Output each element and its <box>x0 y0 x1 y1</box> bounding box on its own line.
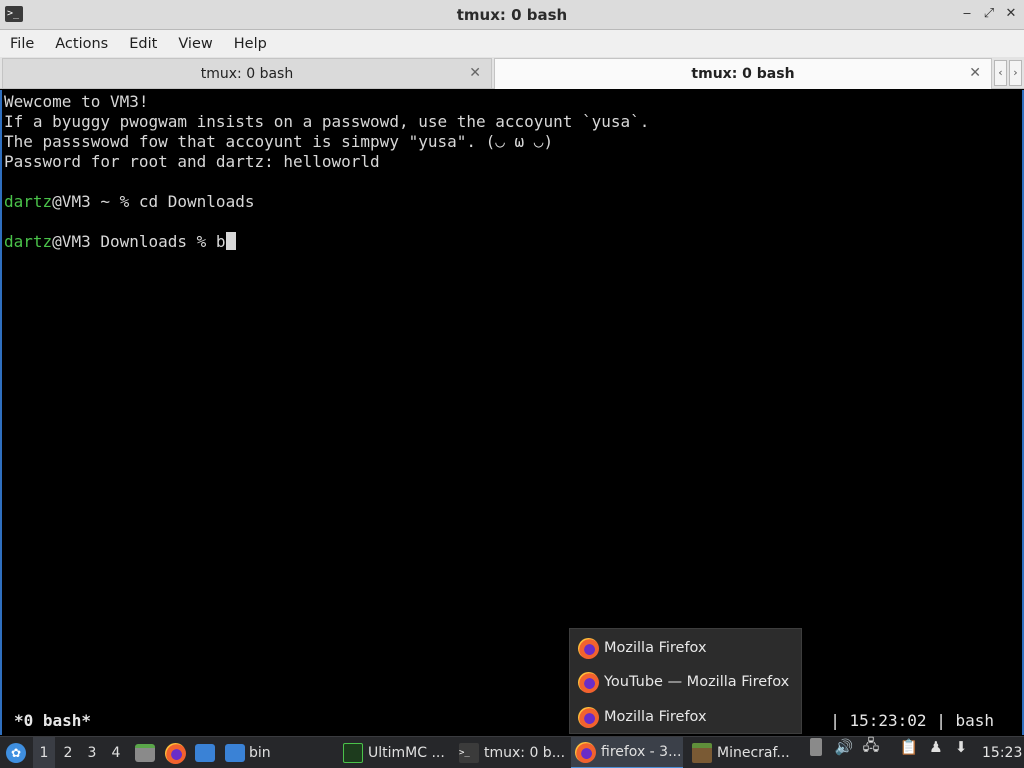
popup-item-label: YouTube — Mozilla Firefox <box>604 674 790 690</box>
prompt-command: @VM3 ~ % cd Downloads <box>52 192 255 211</box>
tab-label: tmux: 0 bash <box>691 66 795 82</box>
terminal-output: Wewcome to VM3! If a byuggy pwogwam insi… <box>4 92 649 252</box>
task-firefox[interactable]: firefox - 3... <box>571 737 683 768</box>
firefox-launcher[interactable] <box>163 737 187 768</box>
motd-line: If a byuggy pwogwam insists on a passwow… <box>4 112 650 131</box>
prompt-user: dartz <box>4 192 53 211</box>
popup-item[interactable]: Mozilla Firefox <box>578 633 707 663</box>
text-cursor <box>225 232 236 250</box>
tmux-status-bar: *0 bash* | 15:23:02 | bash <box>4 710 1022 732</box>
firefox-icon <box>575 741 596 763</box>
tray-handle-icon <box>810 738 822 756</box>
desktop-1-button[interactable]: 1 <box>33 737 55 768</box>
motd-line: The passswowd fow that accoyunt is simpw… <box>4 132 554 151</box>
start-menu-button[interactable]: ✿ <box>4 737 28 768</box>
terminal-icon: >_ <box>459 743 479 763</box>
bin-folder-launcher[interactable]: bin <box>225 737 275 768</box>
file-manager-launcher[interactable] <box>134 737 156 768</box>
firefox-icon <box>164 742 186 764</box>
minecraft-icon <box>692 743 712 763</box>
launcher-label: bin <box>249 745 271 761</box>
menu-actions[interactable]: Actions <box>55 36 118 52</box>
show-desktop-launcher[interactable] <box>193 737 217 768</box>
desktop-4-button[interactable]: 4 <box>105 737 127 768</box>
task-label: firefox - 3... <box>601 744 682 760</box>
tab-bar: tmux: 0 bash ✕ tmux: 0 bash ✕ <box>0 57 1024 89</box>
file-manager-icon <box>135 744 155 762</box>
ultimmc-icon <box>343 743 363 763</box>
window-title: tmux: 0 bash <box>456 6 568 24</box>
popup-item-label: Mozilla Firefox <box>604 709 707 725</box>
task-ultimmc[interactable]: UltimMC ... <box>339 737 451 768</box>
prompt-command: @VM3 Downloads % b <box>52 232 226 251</box>
tab-scroll-right-icon[interactable]: › <box>1009 60 1022 86</box>
clock[interactable]: 15:23 <box>982 737 1022 768</box>
task-label: Minecraf... <box>717 745 790 761</box>
user-icon[interactable]: ♟ <box>926 737 946 757</box>
motd-line: Wewcome to VM3! <box>4 92 149 111</box>
prompt-user: dartz <box>4 232 53 251</box>
task-minecraft[interactable]: Minecraf... <box>688 737 800 768</box>
tray-scroll-icon[interactable] <box>806 737 826 757</box>
motd-line: Password for root and dartz: helloworld <box>4 152 380 171</box>
network-icon[interactable]: 🖧 <box>861 736 881 757</box>
window-list-popup: Mozilla Firefox YouTube — Mozilla Firefo… <box>569 628 802 734</box>
close-tab-icon[interactable]: ✕ <box>469 65 481 81</box>
folder-icon <box>225 744 245 762</box>
task-tmux[interactable]: >_ tmux: 0 b... <box>455 737 567 768</box>
menu-help[interactable]: Help <box>234 36 277 52</box>
tab-scroll-left-icon[interactable]: ‹ <box>994 60 1007 86</box>
update-notifier-icon[interactable]: ⬇ <box>951 737 971 757</box>
firefox-icon <box>578 671 599 693</box>
menu-edit[interactable]: Edit <box>129 36 167 52</box>
clipboard-icon[interactable]: 📋 <box>899 737 919 757</box>
taskbar: ✿ 1 2 3 4 bin UltimMC ... >_ tmux: 0 b..… <box>0 736 1024 768</box>
close-icon[interactable]: ✕ <box>1004 6 1018 22</box>
lxqt-menu-icon: ✿ <box>6 743 26 763</box>
volume-icon[interactable]: 🔊 <box>834 737 854 757</box>
window-controls: ‒ ⤢ ✕ <box>960 6 1018 22</box>
desktop-2-button[interactable]: 2 <box>57 737 79 768</box>
tmux-status-right: | 15:23:02 | bash <box>830 711 994 730</box>
menubar: File Actions Edit View Help <box>0 30 1024 57</box>
minimize-icon[interactable]: ‒ <box>960 6 974 22</box>
menu-file[interactable]: File <box>10 36 44 52</box>
tab-label: tmux: 0 bash <box>200 65 294 82</box>
window-titlebar[interactable]: >_ tmux: 0 bash ‒ ⤢ ✕ <box>0 0 1024 30</box>
maximize-icon[interactable]: ⤢ <box>982 6 996 22</box>
task-label: UltimMC ... <box>368 745 445 761</box>
desktop-3-button[interactable]: 3 <box>81 737 103 768</box>
task-label: tmux: 0 b... <box>484 745 566 761</box>
popup-item[interactable]: Mozilla Firefox <box>578 702 707 732</box>
popup-item[interactable]: YouTube — Mozilla Firefox <box>578 667 789 697</box>
desktop-icon <box>195 744 215 762</box>
firefox-icon <box>578 637 599 659</box>
tab-1[interactable]: tmux: 0 bash ✕ <box>2 58 492 89</box>
close-tab-icon[interactable]: ✕ <box>969 65 981 81</box>
terminal-view[interactable]: Wewcome to VM3! If a byuggy pwogwam insi… <box>0 90 1024 735</box>
tab-2-active[interactable]: tmux: 0 bash ✕ <box>494 58 992 89</box>
tmux-window-list[interactable]: *0 bash* <box>14 711 91 730</box>
firefox-icon <box>578 706 599 728</box>
menu-view[interactable]: View <box>178 36 222 52</box>
popup-item-label: Mozilla Firefox <box>604 640 707 656</box>
